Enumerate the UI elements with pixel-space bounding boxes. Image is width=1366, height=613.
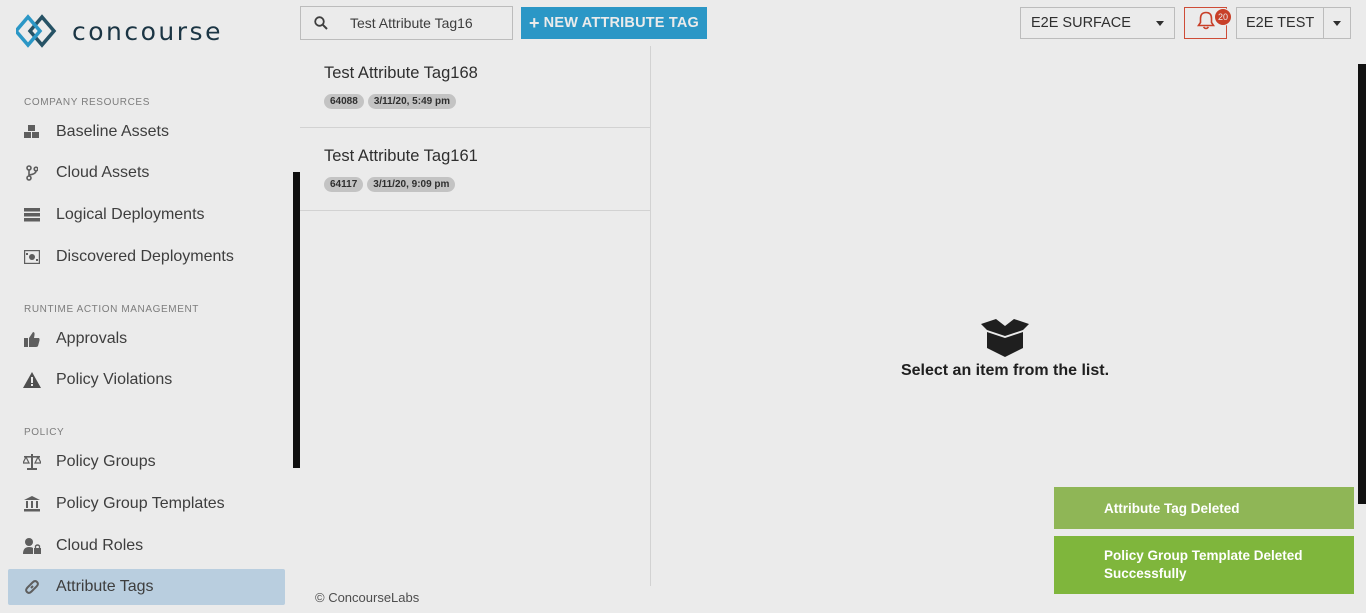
list-item[interactable]: Test Attribute Tag168 64088 3/11/20, 5:4…	[300, 46, 650, 128]
server-icon	[8, 208, 56, 222]
sidebar-item-logical-deployments[interactable]: Logical Deployments	[8, 197, 285, 233]
sidebar-item-approvals[interactable]: Approvals	[8, 321, 285, 357]
user-menu-dropdown-toggle[interactable]	[1323, 8, 1350, 38]
sidebar-item-discovered-deployments[interactable]: Discovered Deployments	[8, 239, 285, 275]
toast-notification[interactable]: Policy Group Template Deleted Successful…	[1054, 536, 1354, 594]
sidebar-item-attribute-tags[interactable]: Attribute Tags	[8, 569, 285, 605]
footer-copyright: © ConcourseLabs	[315, 590, 420, 605]
brand-logo[interactable]: concourse	[13, 12, 223, 50]
sidebar-item-label: Discovered Deployments	[56, 248, 234, 265]
attribute-tag-list: Test Attribute Tag168 64088 3/11/20, 5:4…	[300, 46, 651, 586]
toast-message: Attribute Tag Deleted	[1104, 500, 1240, 516]
section-company-resources: COMPANY RESOURCES	[24, 97, 150, 108]
brand-name: concourse	[72, 16, 223, 46]
surface-select[interactable]: E2E SURFACE	[1020, 7, 1175, 39]
list-item-date-badge: 3/11/20, 9:09 pm	[367, 177, 456, 192]
scan-icon	[8, 250, 56, 264]
toast-message: Policy Group Template Deleted Successful…	[1104, 548, 1303, 581]
surface-select-value: E2E SURFACE	[1031, 15, 1131, 31]
list-item-id-badge: 64088	[324, 94, 364, 109]
list-item-title: Test Attribute Tag168	[324, 64, 478, 82]
search-box	[300, 6, 513, 40]
new-attribute-tag-button[interactable]: + NEW ATTRIBUTE TAG	[521, 7, 707, 39]
sidebar-item-baseline-assets[interactable]: Baseline Assets	[8, 114, 285, 150]
concourse-logo-icon	[13, 12, 68, 50]
chevron-down-icon	[1333, 20, 1342, 26]
plus-icon: +	[528, 12, 540, 33]
bell-icon	[1196, 11, 1215, 35]
section-runtime-action-management: RUNTIME ACTION MANAGEMENT	[24, 304, 200, 315]
empty-state-text: Select an item from the list.	[900, 362, 1110, 379]
sidebar-item-label: Policy Violations	[56, 371, 173, 388]
search-input[interactable]	[350, 15, 510, 31]
sidebar-item-cloud-roles[interactable]: Cloud Roles	[8, 528, 285, 564]
chevron-down-icon	[1156, 20, 1164, 26]
warning-icon	[8, 372, 56, 388]
user-lock-icon	[8, 538, 56, 554]
sidebar-item-policy-group-templates[interactable]: Policy Group Templates	[8, 486, 285, 522]
sidebar-item-label: Policy Groups	[56, 453, 156, 470]
sidebar-item-label: Cloud Roles	[56, 537, 144, 554]
list-item-date-badge: 3/11/20, 5:49 pm	[367, 94, 456, 109]
toast-notification[interactable]: Attribute Tag Deleted	[1054, 487, 1354, 529]
thumbs-up-icon	[8, 331, 56, 347]
search-icon	[301, 16, 341, 30]
branch-icon	[8, 165, 56, 181]
user-menu-label: E2E TEST	[1246, 15, 1315, 31]
list-item[interactable]: Test Attribute Tag161 64117 3/11/20, 9:0…	[300, 129, 650, 211]
section-policy: POLICY	[24, 427, 65, 438]
page-scrollbar[interactable]	[1358, 64, 1366, 504]
user-menu[interactable]: E2E TEST	[1236, 7, 1351, 39]
notification-count-badge: 20	[1214, 8, 1232, 26]
sidebar-item-label: Policy Group Templates	[56, 495, 225, 512]
sidebar-item-label: Baseline Assets	[56, 123, 169, 140]
cubes-icon	[8, 125, 56, 139]
scale-icon	[8, 454, 56, 470]
sidebar-item-policy-groups[interactable]: Policy Groups	[8, 444, 285, 480]
sidebar: concourse COMPANY RESOURCES Baseline Ass…	[0, 0, 300, 613]
list-item-id-badge: 64117	[324, 177, 364, 192]
list-item-title: Test Attribute Tag161	[324, 147, 478, 165]
bank-icon	[8, 496, 56, 512]
sidebar-item-policy-violations[interactable]: Policy Violations	[8, 362, 285, 398]
sidebar-item-label: Attribute Tags	[56, 578, 154, 595]
sidebar-item-label: Approvals	[56, 330, 128, 347]
sidebar-item-label: Cloud Assets	[56, 164, 150, 181]
sidebar-item-label: Logical Deployments	[56, 206, 205, 223]
link-icon	[8, 579, 56, 595]
new-attribute-tag-label: NEW ATTRIBUTE TAG	[543, 15, 700, 31]
open-box-icon	[880, 318, 1130, 358]
sidebar-scrollbar[interactable]	[293, 172, 300, 468]
sidebar-item-cloud-assets[interactable]: Cloud Assets	[8, 155, 285, 191]
empty-state: Select an item from the list.	[880, 318, 1130, 380]
